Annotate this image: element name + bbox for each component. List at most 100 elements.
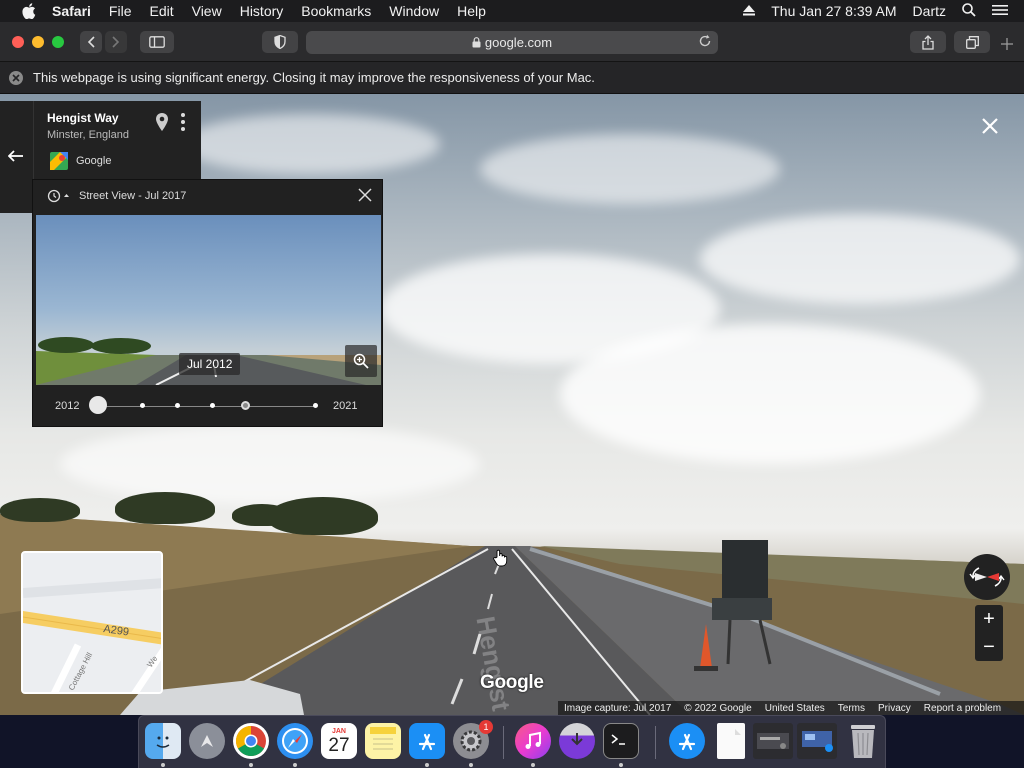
- region-link[interactable]: United States: [765, 703, 825, 714]
- zoom-in-preview-icon[interactable]: [345, 345, 377, 377]
- minimize-window-button[interactable]: [32, 36, 44, 48]
- running-indicator: [425, 763, 429, 767]
- dock-separator: [655, 726, 656, 759]
- place-title[interactable]: Hengist Way: [47, 111, 119, 125]
- control-center-icon[interactable]: [992, 3, 1008, 19]
- privacy-shield-button[interactable]: [262, 31, 298, 53]
- reload-icon[interactable]: [698, 34, 712, 51]
- slider-current-marker[interactable]: [241, 401, 250, 410]
- safari-icon[interactable]: [277, 723, 313, 759]
- installer-icon[interactable]: [559, 723, 595, 759]
- close-window-button[interactable]: [12, 36, 24, 48]
- screenshots-stack-icon[interactable]: [797, 723, 837, 759]
- time-panel-title: Street View - Jul 2017: [79, 190, 187, 202]
- trash-icon[interactable]: [845, 723, 881, 759]
- app-store-icon[interactable]: [409, 723, 445, 759]
- address-bar[interactable]: google.com: [306, 31, 718, 54]
- menu-view[interactable]: View: [192, 3, 222, 19]
- privacy-link[interactable]: Privacy: [878, 703, 911, 714]
- dock: JAN 27 1: [138, 715, 886, 768]
- menu-file[interactable]: File: [109, 3, 132, 19]
- chrome-icon[interactable]: [233, 723, 269, 759]
- menu-window[interactable]: Window: [389, 3, 439, 19]
- calendar-icon[interactable]: JAN 27: [321, 723, 357, 759]
- source-label: Google: [76, 155, 112, 167]
- document-icon[interactable]: [717, 723, 745, 759]
- lock-icon: [472, 37, 481, 48]
- slider-tick[interactable]: [313, 403, 318, 408]
- compass-button[interactable]: [964, 554, 1010, 600]
- forward-button[interactable]: [105, 31, 127, 53]
- compass-icon: [969, 567, 1005, 587]
- browser-toolbar: google.com: [0, 22, 1024, 62]
- banner-close-icon[interactable]: [9, 70, 23, 85]
- zoom-in-button[interactable]: +: [975, 605, 1003, 633]
- spotlight-icon[interactable]: [962, 2, 976, 20]
- google-logo: Google: [480, 672, 544, 693]
- launchpad-icon[interactable]: [189, 723, 225, 759]
- slider-tick[interactable]: [140, 403, 145, 408]
- historic-imagery-preview[interactable]: Jul 2012: [36, 215, 381, 385]
- address-bar-url: google.com: [484, 35, 553, 50]
- more-options-icon[interactable]: [180, 112, 186, 137]
- slider-track[interactable]: [97, 406, 317, 407]
- slider-handle[interactable]: [89, 396, 107, 414]
- downloads-stack-icon[interactable]: [753, 723, 793, 759]
- imagery-date-label: Jul 2012: [179, 353, 241, 375]
- menu-bookmarks[interactable]: Bookmarks: [301, 3, 371, 19]
- menu-app-name[interactable]: Safari: [52, 3, 91, 19]
- history-icon[interactable]: [47, 189, 69, 203]
- menu-clock[interactable]: Thu Jan 27 8:39 AM: [771, 3, 896, 19]
- hand-cursor-icon: [492, 549, 508, 572]
- close-street-view-icon[interactable]: [980, 116, 1000, 141]
- app-store-folder-icon[interactable]: [669, 723, 705, 759]
- running-indicator: [249, 763, 253, 767]
- time-travel-panel: Street View - Jul 2017 Jul 2012 2012 202…: [32, 179, 383, 427]
- year-slider[interactable]: 2012 2021: [33, 388, 384, 424]
- terminal-icon[interactable]: [603, 723, 639, 759]
- report-problem-link[interactable]: Report a problem: [924, 703, 1001, 714]
- apple-icon[interactable]: [20, 2, 38, 20]
- terms-link[interactable]: Terms: [838, 703, 865, 714]
- menu-help[interactable]: Help: [457, 3, 486, 19]
- energy-warning-banner: This webpage is using significant energy…: [0, 62, 1024, 94]
- minimap[interactable]: A299 Cottage Hill We: [21, 551, 163, 694]
- notes-icon[interactable]: [365, 723, 401, 759]
- running-indicator: [619, 763, 623, 767]
- map-footer: Image capture: Jul 2017 © 2022 Google Un…: [558, 701, 1024, 715]
- menu-edit[interactable]: Edit: [149, 3, 173, 19]
- running-indicator: [469, 763, 473, 767]
- place-info-panel: Hengist Way Minster, England Google: [33, 101, 201, 179]
- back-button[interactable]: [80, 31, 102, 53]
- google-maps-icon: [50, 152, 68, 170]
- new-tab-icon[interactable]: [1000, 37, 1014, 56]
- notification-badge: 1: [479, 720, 493, 734]
- menu-user[interactable]: Dartz: [913, 3, 946, 19]
- tab-overview-button[interactable]: [954, 31, 990, 53]
- sidebar-toggle-button[interactable]: [140, 31, 174, 53]
- menu-history[interactable]: History: [240, 3, 284, 19]
- zoom-out-button[interactable]: −: [975, 633, 1003, 661]
- maximize-window-button[interactable]: [52, 36, 64, 48]
- calendar-day: 27: [328, 734, 350, 756]
- time-panel-close-icon[interactable]: [358, 188, 372, 207]
- slider-tick[interactable]: [210, 403, 215, 408]
- slider-end-year: 2021: [333, 400, 358, 412]
- map-pin-icon[interactable]: [155, 112, 169, 137]
- share-button[interactable]: [910, 31, 946, 53]
- running-indicator: [293, 763, 297, 767]
- slider-tick[interactable]: [175, 403, 180, 408]
- energy-warning-text: This webpage is using significant energy…: [33, 70, 595, 85]
- running-indicator: [531, 763, 535, 767]
- menu-bar: Safari File Edit View History Bookmarks …: [0, 0, 1024, 22]
- finder-icon[interactable]: [145, 723, 181, 759]
- itunes-icon[interactable]: [515, 723, 551, 759]
- running-indicator: [161, 763, 165, 767]
- eject-icon[interactable]: [743, 3, 756, 19]
- slider-start-year: 2012: [55, 400, 80, 412]
- back-arrow-icon[interactable]: [7, 149, 24, 167]
- image-capture-date: Image capture: Jul 2017: [564, 702, 672, 714]
- dock-separator: [503, 726, 504, 759]
- zoom-controls: + −: [975, 605, 1003, 661]
- place-subtitle: Minster, England: [47, 129, 129, 141]
